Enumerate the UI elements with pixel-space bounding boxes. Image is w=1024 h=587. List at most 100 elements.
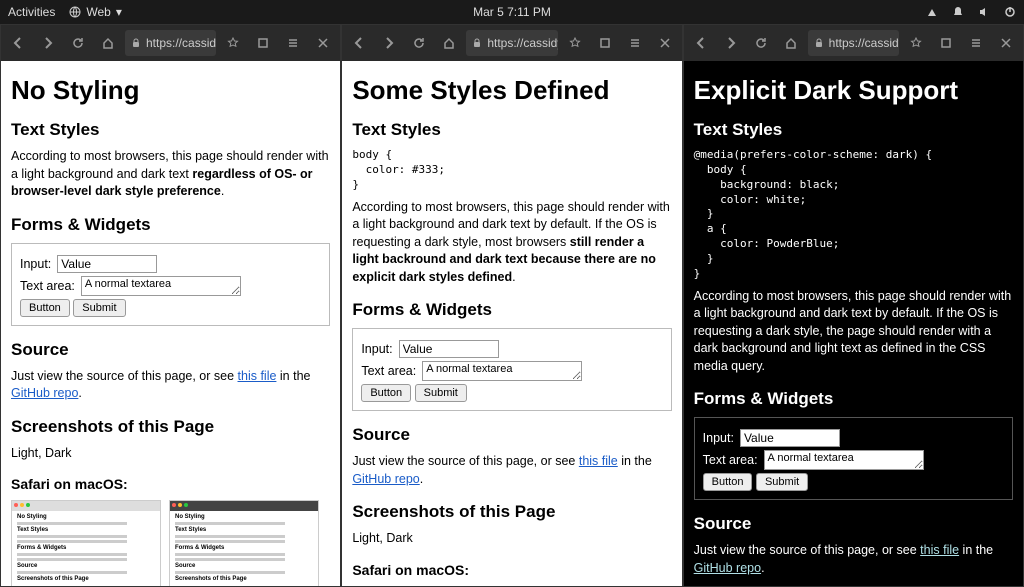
submit-button[interactable]: Submit [756, 473, 808, 491]
sound-icon[interactable] [978, 6, 990, 18]
heading-forms: Forms & Widgets [11, 215, 330, 235]
submit-button[interactable]: Submit [73, 299, 125, 317]
app-indicator[interactable]: Web ▾ [69, 5, 122, 19]
close-button[interactable] [993, 30, 1019, 56]
lock-icon [814, 38, 824, 48]
textarea-input[interactable]: A normal textarea [764, 450, 924, 470]
gnome-topbar: Activities Web ▾ Mar 5 7:11 PM [0, 0, 1024, 24]
url-bar[interactable]: https://cassidyjames.com/dark-de [125, 30, 216, 56]
screenshot-thumb-light[interactable]: No StylingText StylesForms & WidgetsSour… [11, 500, 161, 586]
heading-text-styles: Text Styles [352, 120, 671, 140]
heading-source: Source [11, 340, 330, 360]
button-button[interactable]: Button [361, 384, 411, 402]
heading-source: Source [352, 425, 671, 445]
form-box: Input: Text area: A normal textarea Butto… [11, 243, 330, 326]
forward-button[interactable] [376, 30, 402, 56]
text-input[interactable] [57, 255, 157, 273]
back-button[interactable] [5, 30, 31, 56]
back-button[interactable] [346, 30, 372, 56]
form-box: Input: Text area:A normal textarea Butto… [352, 328, 671, 411]
home-button[interactable] [778, 30, 804, 56]
close-button[interactable] [652, 30, 678, 56]
back-button[interactable] [688, 30, 714, 56]
activities-button[interactable]: Activities [8, 5, 55, 19]
source-paragraph: Just view the source of this page, or se… [352, 453, 671, 488]
button-button[interactable]: Button [703, 473, 753, 491]
this-file-link[interactable]: this file [920, 543, 959, 557]
url-bar[interactable]: https://cassidyjames.com/dark-de [466, 30, 557, 56]
reload-button[interactable] [406, 30, 432, 56]
page-content: No Styling Text Styles According to most… [1, 61, 340, 586]
input-label: Input: [361, 342, 392, 356]
url-text: https://cassidyjames.com/dark-de [829, 36, 899, 50]
source-paragraph: Just view the source of this page, or se… [11, 368, 330, 403]
reload-button[interactable] [65, 30, 91, 56]
tabs-button[interactable] [592, 30, 618, 56]
browser-window-3: https://cassidyjames.com/dark-de Explici… [683, 24, 1024, 587]
this-file-link[interactable]: this file [238, 369, 277, 383]
this-file-link[interactable]: this file [579, 454, 618, 468]
clock[interactable]: Mar 5 7:11 PM [473, 5, 551, 19]
menu-button[interactable] [963, 30, 989, 56]
browser-chrome: https://cassidyjames.com/dark-de [342, 25, 681, 61]
tabs-button[interactable] [933, 30, 959, 56]
heading-source: Source [694, 514, 1013, 534]
textarea-input[interactable]: A normal textarea [81, 276, 241, 296]
url-bar[interactable]: https://cassidyjames.com/dark-de [808, 30, 899, 56]
intro-paragraph: According to most browsers, this page sh… [11, 148, 330, 201]
page-title: No Styling [11, 75, 330, 106]
web-icon [69, 6, 81, 18]
button-button[interactable]: Button [20, 299, 70, 317]
browser-chrome: https://cassidyjames.com/dark-de [1, 25, 340, 61]
forward-button[interactable] [35, 30, 61, 56]
text-input[interactable] [399, 340, 499, 358]
close-button[interactable] [310, 30, 336, 56]
heading-forms: Forms & Widgets [352, 300, 671, 320]
shots-line: Light, Dark [352, 530, 671, 548]
bookmark-button[interactable] [220, 30, 246, 56]
page-content: Some Styles Defined Text Styles body { c… [342, 61, 681, 586]
github-repo-link[interactable]: GitHub repo [352, 472, 419, 486]
heading-screenshots: Screenshots of this Page [11, 417, 330, 437]
power-icon[interactable] [1004, 6, 1016, 18]
forward-button[interactable] [718, 30, 744, 56]
code-block: body { color: #333; } [352, 148, 671, 193]
tabs-button[interactable] [250, 30, 276, 56]
browser-window-1: https://cassidyjames.com/dark-de No Styl… [0, 24, 341, 587]
notification-icon[interactable] [952, 6, 964, 18]
textarea-input[interactable]: A normal textarea [422, 361, 582, 381]
github-repo-link[interactable]: GitHub repo [11, 386, 78, 400]
home-button[interactable] [95, 30, 121, 56]
form-box: Input: Text area: A normal textarea Butto… [694, 417, 1013, 500]
bookmark-button[interactable] [562, 30, 588, 56]
reload-button[interactable] [748, 30, 774, 56]
intro-paragraph: According to most browsers, this page sh… [352, 199, 671, 287]
menu-button[interactable] [280, 30, 306, 56]
input-label: Input: [703, 431, 734, 445]
screenshot-thumb-dark[interactable]: No StylingText StylesForms & WidgetsSour… [169, 500, 319, 586]
page-title: Some Styles Defined [352, 75, 671, 106]
textarea-label: Text area: [20, 279, 75, 293]
home-button[interactable] [436, 30, 462, 56]
textarea-label: Text area: [703, 453, 758, 467]
input-label: Input: [20, 257, 51, 271]
heading-safari: Safari on macOS: [11, 476, 330, 492]
bookmark-button[interactable] [903, 30, 929, 56]
text-input[interactable] [740, 429, 840, 447]
url-text: https://cassidyjames.com/dark-de [487, 36, 557, 50]
intro-paragraph: According to most browsers, this page sh… [694, 288, 1013, 376]
github-repo-link[interactable]: GitHub repo [694, 561, 761, 575]
network-icon[interactable] [926, 6, 938, 18]
heading-text-styles: Text Styles [694, 120, 1013, 140]
submit-button[interactable]: Submit [415, 384, 467, 402]
page-title: Explicit Dark Support [694, 75, 1013, 106]
source-paragraph: Just view the source of this page, or se… [694, 542, 1013, 577]
menu-button[interactable] [622, 30, 648, 56]
screenshot-row: No StylingText StylesForms & WidgetsSour… [11, 500, 330, 586]
heading-safari: Safari on macOS: [352, 562, 671, 578]
heading-text-styles: Text Styles [11, 120, 330, 140]
lock-icon [131, 38, 141, 48]
heading-screenshots: Screenshots of this Page [352, 502, 671, 522]
browser-window-2: https://cassidyjames.com/dark-de Some St… [341, 24, 682, 587]
code-block: @media(prefers-color-scheme: dark) { bod… [694, 148, 1013, 282]
